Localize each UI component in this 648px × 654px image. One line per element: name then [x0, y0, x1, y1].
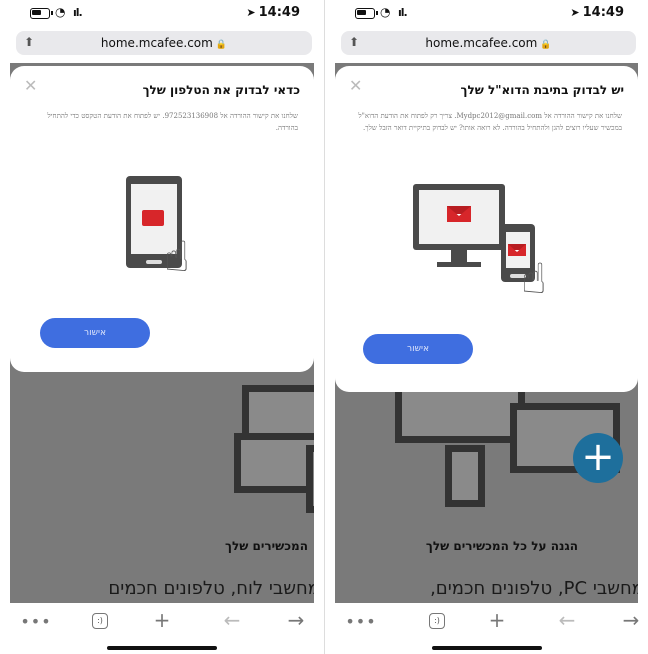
modal-title: יש לבדוק בתיבת הדוא"ל שלך	[460, 83, 624, 97]
tabs-icon[interactable]: :)	[429, 613, 445, 629]
modal-body: שלחנו את קישור ההורדה אל Mydpc2012@gmail…	[358, 112, 622, 132]
close-icon[interactable]: ✕	[24, 76, 37, 95]
wifi-icon: ◔	[380, 5, 391, 19]
email-envelope-icon	[447, 206, 471, 222]
back-arrow-icon[interactable]: ←	[212, 608, 252, 632]
bg-description: מחשבי PC, טלפונים חכמים,	[430, 578, 638, 599]
status-time: ➤ 14:49	[570, 5, 624, 20]
hand-pointer-icon: ☝	[164, 232, 190, 281]
hand-pointer-icon: ☝	[521, 254, 547, 303]
time-text: 14:49	[582, 5, 624, 20]
forward-arrow-icon[interactable]: →	[611, 608, 648, 632]
confirmation-modal: ✕ כדאי לבדוק את הטלפון שלך שלחנו את קישו…	[10, 66, 314, 372]
status-bar: ◔ ıl. ➤ 14:49	[325, 0, 648, 28]
modal-title: כדאי לבדוק את הטלפון שלך	[142, 83, 300, 97]
time-text: 14:49	[258, 5, 300, 20]
bg-heading: המכשירים שלך	[225, 539, 308, 553]
tabs-icon[interactable]: :)	[92, 613, 108, 629]
more-menu-icon[interactable]: •••	[16, 612, 56, 631]
lock-icon: 🔒	[215, 40, 228, 50]
bg-laptop-illustration	[234, 433, 314, 493]
battery-icon	[30, 8, 53, 19]
bg-plus-icon: +	[573, 433, 623, 483]
bg-heading: הגנה על כל המכשירים שלך	[425, 539, 578, 553]
phone-tap-illustration: ☝	[120, 174, 220, 294]
monitor-stand	[451, 250, 467, 262]
forward-arrow-icon[interactable]: →	[276, 608, 316, 632]
bg-description: מחשבי לוח, טלפונים חכמים	[108, 578, 314, 599]
signal-icon: ıl.	[73, 6, 83, 19]
bg-phone-illustration	[306, 445, 314, 513]
message-icon	[142, 210, 164, 226]
confirmation-modal: ✕ יש לבדוק בתיבת הדוא"ל שלך שלחנו את קיש…	[335, 66, 638, 392]
url-bar[interactable]: ⬆ home.mcafee.com 🔒	[341, 31, 636, 55]
bg-tablet-illustration	[445, 445, 485, 507]
lock-icon: 🔒	[540, 40, 552, 50]
new-tab-plus-icon[interactable]: +	[142, 608, 182, 632]
modal-body: שלחנו את קישור ההורדה אל 972523136908. י…	[47, 112, 298, 132]
url-text: home.mcafee.com	[100, 36, 213, 50]
url-display[interactable]: home.mcafee.com 🔒	[16, 36, 312, 50]
new-tab-plus-icon[interactable]: +	[477, 608, 517, 632]
phone-screen-left: ◔ ıl. ➤ 14:49 ⬆ home.mcafee.com 🔒 המכשירים…	[0, 0, 324, 654]
confirm-button[interactable]: אישור	[40, 318, 150, 348]
location-arrow-icon: ➤	[570, 6, 580, 19]
signal-icon: ıl.	[398, 6, 408, 19]
location-arrow-icon: ➤	[246, 6, 256, 19]
monitor-base	[437, 262, 481, 267]
url-display[interactable]: home.mcafee.com 🔒	[341, 36, 636, 50]
back-arrow-icon[interactable]: ←	[547, 608, 587, 632]
battery-icon	[355, 8, 378, 19]
browser-toolbar: ••• :) + ← →	[325, 608, 648, 634]
phone-screen-right: ◔ ıl. ➤ 14:49 ⬆ home.mcafee.com 🔒 + הגנה ע…	[324, 0, 648, 654]
computer-phone-illustration: ☝	[413, 184, 573, 314]
url-bar[interactable]: ⬆ home.mcafee.com 🔒	[16, 31, 312, 55]
url-text: home.mcafee.com	[425, 36, 538, 50]
status-time: ➤ 14:49	[246, 5, 300, 20]
close-icon[interactable]: ✕	[349, 76, 362, 95]
status-bar: ◔ ıl. ➤ 14:49	[0, 0, 324, 28]
home-indicator	[431, 646, 542, 650]
more-menu-icon[interactable]: •••	[341, 612, 381, 631]
browser-toolbar: ••• :) + ← →	[0, 608, 324, 634]
wifi-icon: ◔	[55, 5, 66, 19]
confirm-button[interactable]: אישור	[363, 334, 473, 364]
home-indicator	[107, 646, 217, 650]
